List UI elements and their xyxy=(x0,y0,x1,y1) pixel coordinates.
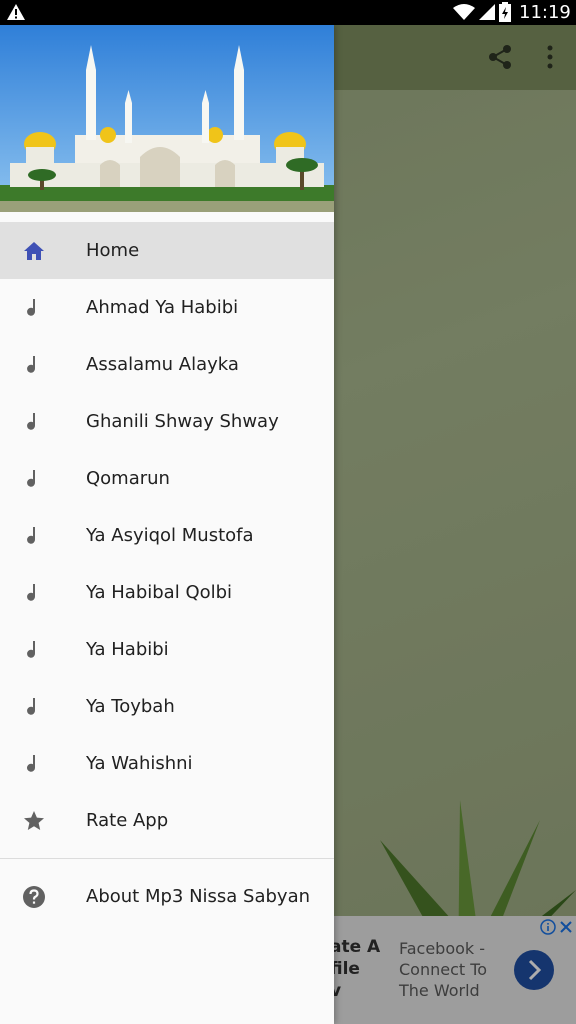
star-icon xyxy=(24,811,44,830)
clock: 11:19 xyxy=(519,2,571,23)
menu-item-label: Qomarun xyxy=(86,468,170,489)
music-note-icon xyxy=(27,527,36,544)
menu-item-label: Assalamu Alayka xyxy=(86,354,239,375)
menu-item-label: About Mp3 Nissa Sabyan xyxy=(86,886,311,907)
navigation-drawer: Home Ahmad Ya Habibi Assalamu Alayka Gha… xyxy=(0,25,334,1024)
help-icon xyxy=(23,886,45,908)
menu-item-label: Home xyxy=(86,240,140,261)
status-bar: 11:19 xyxy=(0,0,576,25)
menu-item-qomarun[interactable]: Qomarun xyxy=(0,450,334,507)
menu-item-label: Ya Habibal Qolbi xyxy=(86,582,233,603)
menu-item-ghanili-shway-shway[interactable]: Ghanili Shway Shway xyxy=(0,393,334,450)
drawer-header xyxy=(0,25,334,212)
music-note-icon xyxy=(27,641,36,658)
mosque-image xyxy=(0,25,334,212)
music-note-icon xyxy=(27,698,36,715)
warning-icon xyxy=(7,4,25,20)
menu-item-ahmad-ya-habibi[interactable]: Ahmad Ya Habibi xyxy=(0,279,334,336)
signal-icon xyxy=(479,4,495,20)
menu-item-ya-wahishni[interactable]: Ya Wahishni xyxy=(0,735,334,792)
menu-item-assalamu-alayka[interactable]: Assalamu Alayka xyxy=(0,336,334,393)
menu-divider xyxy=(0,858,334,859)
drawer-menu: Home Ahmad Ya Habibi Assalamu Alayka Gha… xyxy=(0,222,334,926)
music-note-icon xyxy=(27,755,36,772)
menu-item-label: Ya Habibi xyxy=(86,639,169,660)
menu-item-ya-toybah[interactable]: Ya Toybah xyxy=(0,678,334,735)
music-note-icon xyxy=(27,299,36,316)
home-icon xyxy=(24,242,44,260)
music-note-icon xyxy=(27,356,36,373)
menu-item-ya-habibal-qolbi[interactable]: Ya Habibal Qolbi xyxy=(0,564,334,621)
menu-item-ya-asyiqol-mustofa[interactable]: Ya Asyiqol Mustofa xyxy=(0,507,334,564)
menu-item-label: Ahmad Ya Habibi xyxy=(86,297,239,318)
menu-item-rate-app[interactable]: Rate App xyxy=(0,792,334,849)
battery-icon xyxy=(499,2,511,22)
menu-item-home[interactable]: Home xyxy=(0,222,334,279)
music-note-icon xyxy=(27,470,36,487)
menu-item-label: Ya Wahishni xyxy=(86,753,193,774)
menu-item-label: Ya Toybah xyxy=(86,696,175,717)
menu-item-label: Rate App xyxy=(86,810,169,831)
menu-item-about[interactable]: About Mp3 Nissa Sabyan xyxy=(0,868,334,926)
menu-item-label: Ghanili Shway Shway xyxy=(86,411,279,432)
menu-item-ya-habibi[interactable]: Ya Habibi xyxy=(0,621,334,678)
music-note-icon xyxy=(27,413,36,430)
music-note-icon xyxy=(27,584,36,601)
menu-item-label: Ya Asyiqol Mustofa xyxy=(86,525,254,546)
wifi-icon xyxy=(453,4,475,20)
